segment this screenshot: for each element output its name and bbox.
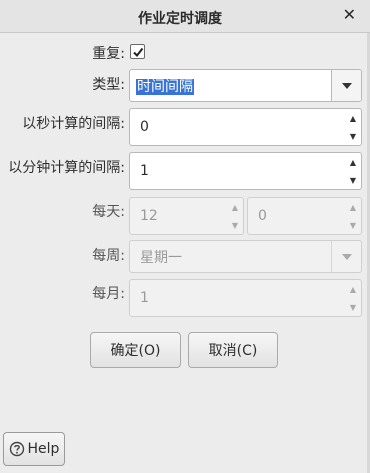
- type-value: 时间间隔: [136, 78, 194, 95]
- weekly-label: 每周:: [92, 248, 125, 264]
- interval-seconds-value: 0: [140, 119, 149, 135]
- interval-minutes-label: 以分钟计算的间隔:: [8, 160, 125, 176]
- help-button[interactable]: Help: [3, 432, 65, 466]
- weekly-dropdown-button[interactable]: [331, 241, 361, 272]
- ok-button[interactable]: 确定(O): [90, 332, 181, 368]
- daily-minute-spinbox[interactable]: 0 ▲ ▼: [247, 197, 362, 235]
- type-dropdown-button[interactable]: [331, 70, 361, 101]
- close-icon[interactable]: ✕: [343, 5, 356, 24]
- question-icon: [9, 441, 24, 457]
- help-label: Help: [27, 441, 60, 457]
- spin-down-icon[interactable]: ▼: [345, 216, 361, 234]
- chevron-down-icon: [341, 82, 352, 89]
- interval-seconds-spinbox[interactable]: 0 ▲ ▼: [129, 108, 362, 146]
- interval-minutes-value: 1: [140, 163, 149, 179]
- chevron-down-icon: [341, 253, 352, 260]
- spin-up-icon[interactable]: ▲: [345, 153, 361, 171]
- dialog-titlebar: 作业定时调度 ✕: [0, 0, 370, 33]
- type-combobox[interactable]: 时间间隔: [129, 69, 362, 102]
- monthly-label: 每月:: [92, 286, 125, 302]
- spin-up-icon[interactable]: ▲: [345, 198, 361, 216]
- spin-down-icon[interactable]: ▼: [227, 216, 243, 234]
- repeat-label: 重复:: [92, 46, 125, 62]
- weekly-value: 星期一: [140, 249, 182, 266]
- spin-up-icon[interactable]: ▲: [345, 280, 361, 298]
- monthly-value: 1: [140, 290, 149, 306]
- dialog-title: 作业定时调度: [138, 11, 222, 27]
- daily-hour-value: 12: [140, 208, 158, 224]
- daily-label: 每天:: [92, 204, 125, 220]
- interval-minutes-spinbox[interactable]: 1 ▲ ▼: [129, 152, 362, 190]
- spin-down-icon[interactable]: ▼: [345, 298, 361, 316]
- repeat-checkbox[interactable]: [130, 44, 145, 59]
- daily-minute-value: 0: [258, 208, 267, 224]
- spin-down-icon[interactable]: ▼: [345, 171, 361, 189]
- weekly-combobox[interactable]: 星期一: [129, 240, 362, 273]
- type-label: 类型:: [92, 77, 125, 93]
- cancel-button[interactable]: 取消(C): [188, 332, 278, 368]
- checkmark-icon: [133, 47, 144, 58]
- daily-hour-spinbox[interactable]: 12 ▲ ▼: [129, 197, 244, 235]
- spin-up-icon[interactable]: ▲: [345, 109, 361, 127]
- monthly-spinbox[interactable]: 1 ▲ ▼: [129, 279, 362, 317]
- interval-seconds-label: 以秒计算的间隔:: [22, 116, 125, 132]
- spin-down-icon[interactable]: ▼: [345, 127, 361, 145]
- spin-up-icon[interactable]: ▲: [227, 198, 243, 216]
